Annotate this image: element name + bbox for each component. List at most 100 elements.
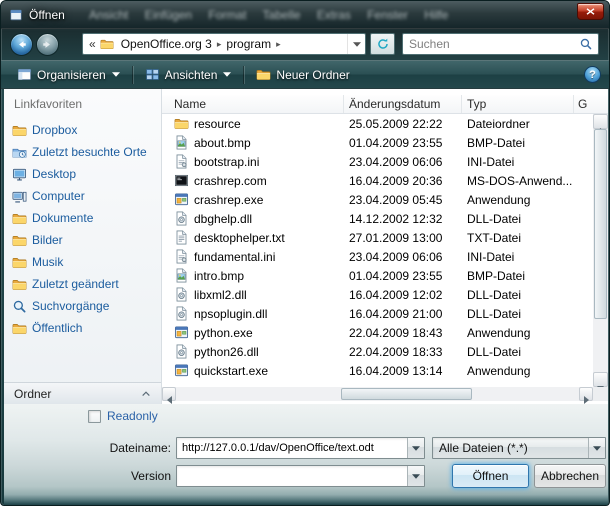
open-button[interactable]: Öffnen <box>452 464 529 488</box>
forward-button[interactable] <box>36 33 59 56</box>
views-button[interactable]: Ansichten <box>137 64 240 85</box>
filename-label: Dateiname: <box>59 441 171 455</box>
back-button[interactable] <box>10 33 33 56</box>
sidebar-item-label: Suchvorgänge <box>32 299 109 313</box>
readonly-label[interactable]: Readonly <box>107 409 158 423</box>
file-modified-date: 22.04.2009 18:33 <box>344 345 462 359</box>
filename-dropdown-button[interactable] <box>407 438 424 458</box>
readonly-checkbox[interactable] <box>88 410 101 423</box>
scroll-down-button[interactable] <box>593 372 608 387</box>
file-row[interactable]: libxml2.dll16.04.2009 12:02DLL-Datei <box>162 285 593 304</box>
new-folder-button[interactable]: Neuer Ordner <box>248 64 357 85</box>
sidebar-item-label: Zuletzt besuchte Orte <box>32 145 147 159</box>
sidebar-item[interactable]: Zuletzt besuchte Orte <box>4 141 161 163</box>
breadcrumb-separator[interactable]: ▸ <box>274 39 283 50</box>
column-header-name[interactable]: Name <box>162 95 344 113</box>
file-row[interactable]: fundamental.ini23.04.2009 06:06INI-Datei <box>162 247 593 266</box>
file-row[interactable]: dbghelp.dll14.12.2002 12:32DLL-Datei <box>162 209 593 228</box>
organize-button[interactable]: Organisieren <box>9 64 128 85</box>
file-name: about.bmp <box>194 136 251 150</box>
sidebar-item[interactable]: Bilder <box>4 229 161 251</box>
file-modified-date: 22.04.2009 18:43 <box>344 326 462 340</box>
file-row[interactable]: crashrep.com16.04.2009 20:36MS-DOS-Anwen… <box>162 171 593 190</box>
title-bar[interactable]: Ansicht Einfügen Format Tabelle Extras F… <box>1 1 609 29</box>
sidebar-item-label: Musik <box>32 255 63 269</box>
sidebar-item[interactable]: Computer <box>4 185 161 207</box>
file-name: desktophelper.txt <box>194 231 285 245</box>
bmp-file-icon <box>174 268 189 283</box>
desktop-icon <box>12 167 27 182</box>
file-modified-date: 23.04.2009 06:06 <box>344 250 462 264</box>
sidebar-item[interactable]: Öffentlich <box>4 317 161 339</box>
file-list-body: resource25.05.2009 22:22Dateiordnerabout… <box>162 114 593 382</box>
vertical-scrollbar[interactable] <box>593 114 608 387</box>
folders-expander[interactable]: Ordner <box>4 382 161 404</box>
chevron-down-icon <box>353 42 361 47</box>
file-type: DLL-Datei <box>462 212 593 226</box>
address-bar[interactable]: « OpenOffice.org 3 ▸ program ▸ <box>82 33 366 55</box>
filename-combobox[interactable] <box>176 437 425 459</box>
dll-file-icon <box>174 344 189 359</box>
scroll-left-button[interactable] <box>162 387 176 401</box>
application-icon <box>174 363 189 378</box>
breadcrumb-item[interactable]: OpenOffice.org 3 <box>118 37 215 51</box>
filename-input[interactable] <box>177 438 407 458</box>
file-type: DLL-Datei <box>462 288 593 302</box>
address-dropdown-button[interactable] <box>347 34 365 54</box>
search-box[interactable] <box>402 33 599 55</box>
file-row[interactable]: about.bmp01.04.2009 23:55BMP-Datei <box>162 133 593 152</box>
file-modified-date: 16.04.2009 20:36 <box>344 174 462 188</box>
sidebar-item[interactable]: Suchvorgänge <box>4 295 161 317</box>
file-type: Dateiordner <box>462 117 593 131</box>
file-name: resource <box>194 117 241 131</box>
back-arrow-icon <box>15 38 28 51</box>
column-header-type[interactable]: Typ <box>462 95 574 113</box>
file-modified-date: 16.04.2009 21:00 <box>344 307 462 321</box>
close-button[interactable] <box>577 3 604 20</box>
file-row[interactable]: desktophelper.txt27.01.2009 13:00TXT-Dat… <box>162 228 593 247</box>
horizontal-scrollbar-thumb[interactable] <box>341 388 472 400</box>
sidebar-item[interactable]: Desktop <box>4 163 161 185</box>
file-type: Anwendung <box>462 193 593 207</box>
breadcrumb-overflow-chevron[interactable]: « <box>83 37 100 51</box>
file-row[interactable]: bootstrap.ini23.04.2009 06:06INI-Datei <box>162 152 593 171</box>
dialog-footer: Readonly Dateiname: Alle Dateien (*.*) V… <box>4 404 608 506</box>
version-dropdown-button[interactable] <box>407 466 424 486</box>
horizontal-scrollbar[interactable] <box>162 387 593 401</box>
cancel-button[interactable]: Abbrechen <box>534 464 606 488</box>
file-row[interactable]: crashrep.exe23.04.2009 05:45Anwendung <box>162 190 593 209</box>
folder-icon <box>12 123 27 138</box>
vertical-scrollbar-thumb[interactable] <box>594 129 607 319</box>
file-type: BMP-Datei <box>462 136 593 150</box>
search-input[interactable] <box>403 37 579 51</box>
scroll-up-button[interactable] <box>593 114 608 129</box>
pictures-folder-icon <box>12 233 27 248</box>
file-row[interactable]: python26.dll22.04.2009 18:33DLL-Datei <box>162 342 593 361</box>
file-row[interactable]: npsoplugin.dll16.04.2009 21:00DLL-Datei <box>162 304 593 323</box>
sidebar-item[interactable]: Zuletzt geändert <box>4 273 161 295</box>
scroll-right-button[interactable] <box>579 387 593 401</box>
sidebar-item[interactable]: Musik <box>4 251 161 273</box>
filetype-dropdown-button[interactable] <box>588 438 605 458</box>
refresh-button[interactable] <box>370 33 395 55</box>
column-header-size[interactable]: G <box>574 95 608 113</box>
file-row[interactable]: intro.bmp01.04.2009 23:55BMP-Datei <box>162 266 593 285</box>
file-name: python26.dll <box>194 345 259 359</box>
breadcrumb-item[interactable]: program <box>223 37 274 51</box>
sidebar-item[interactable]: Dokumente <box>4 207 161 229</box>
column-header-date[interactable]: Änderungsdatum <box>344 95 462 113</box>
version-combobox[interactable] <box>176 465 425 487</box>
breadcrumb-separator[interactable]: ▸ <box>215 39 224 50</box>
file-row[interactable]: resource25.05.2009 22:22Dateiordner <box>162 114 593 133</box>
new-folder-label: Neuer Ordner <box>276 68 349 82</box>
version-label: Version <box>59 469 171 483</box>
filetype-combobox[interactable]: Alle Dateien (*.*) <box>432 437 606 459</box>
file-name: quickstart.exe <box>194 364 268 378</box>
recent-places-icon <box>12 145 27 160</box>
sidebar-item[interactable]: Dropbox <box>4 119 161 141</box>
triangle-right-icon <box>584 391 589 398</box>
file-type: Anwendung <box>462 364 593 378</box>
file-row[interactable]: python.exe22.04.2009 18:43Anwendung <box>162 323 593 342</box>
help-button[interactable]: ? <box>584 66 601 83</box>
file-row[interactable]: quickstart.exe16.04.2009 13:14Anwendung <box>162 361 593 380</box>
